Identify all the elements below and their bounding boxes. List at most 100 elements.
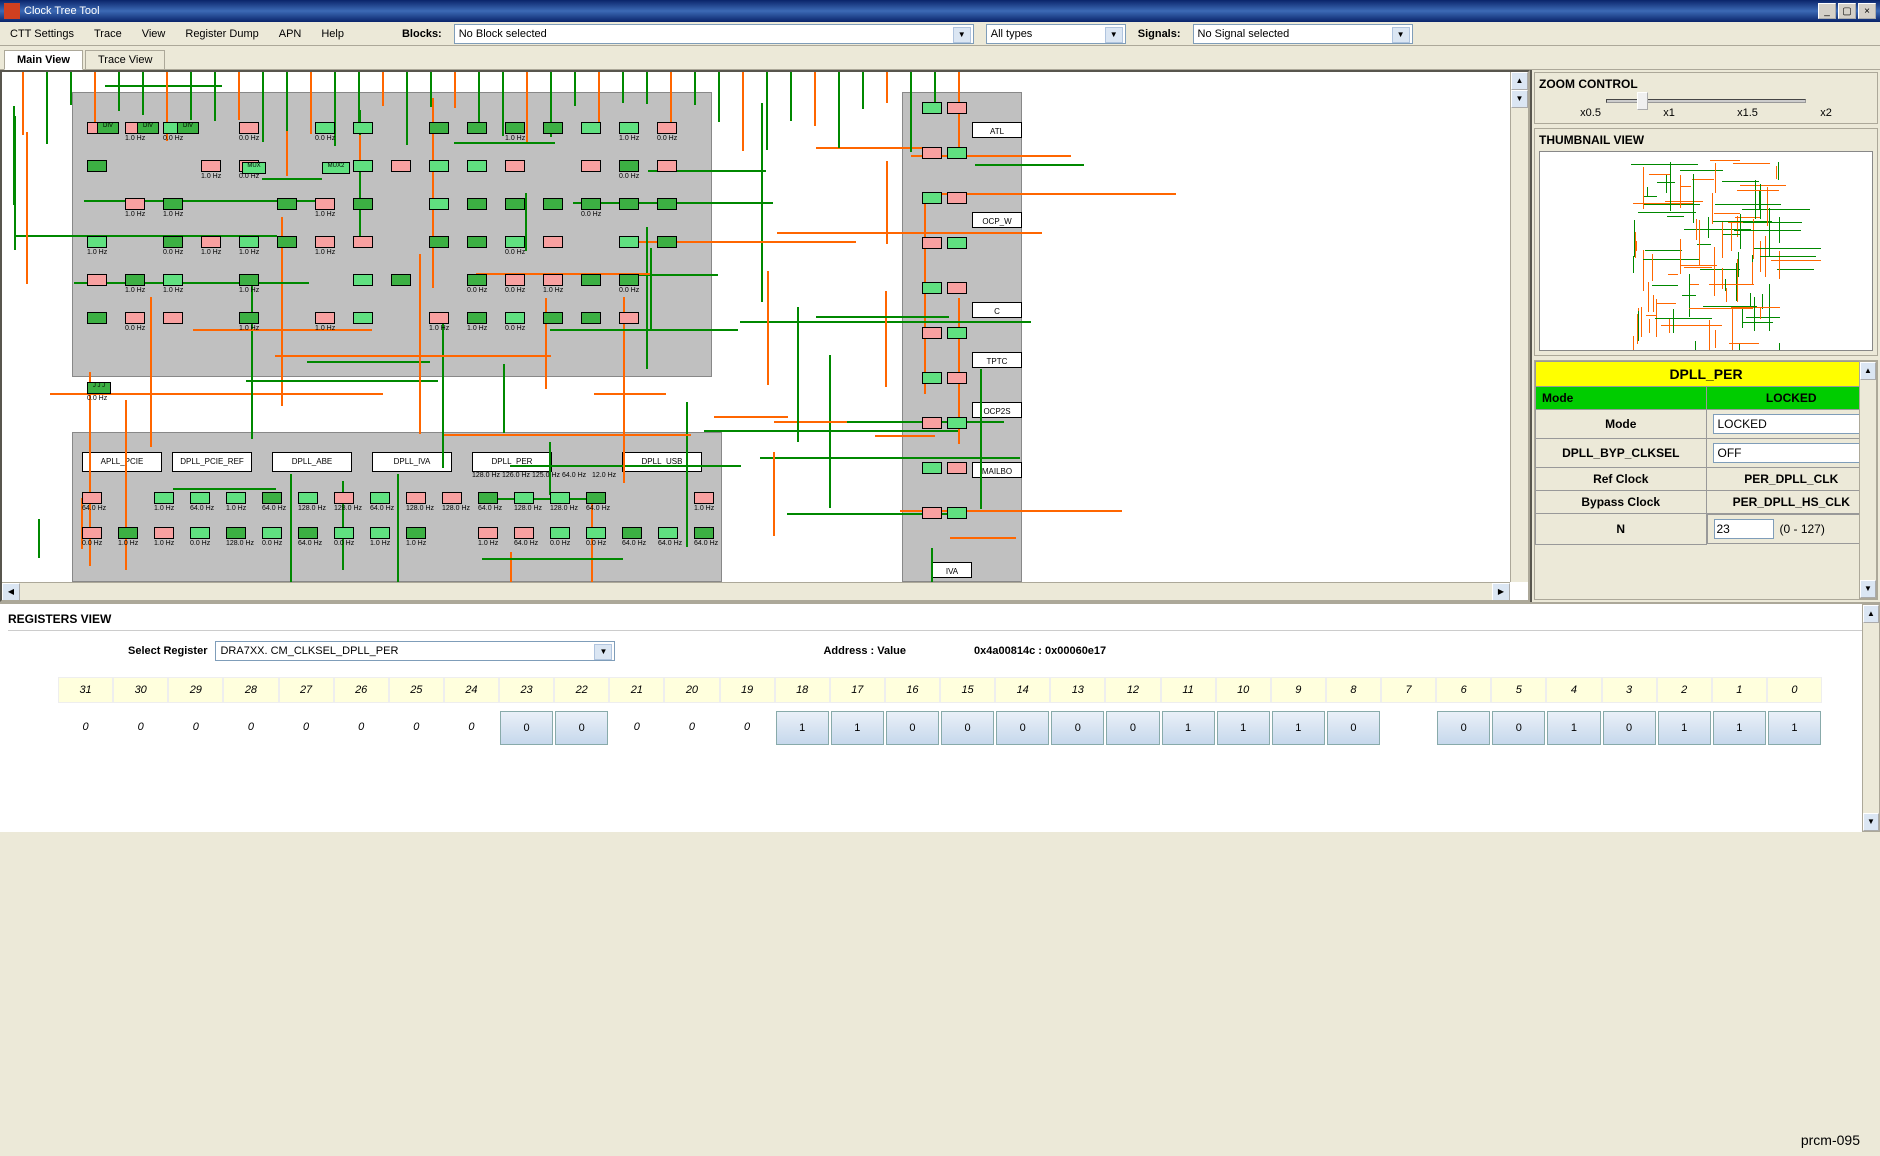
select-register-dropdown[interactable]: DRA7XX. CM_CLKSEL_DPLL_PER — [215, 641, 615, 661]
mux-box[interactable]: MUX — [242, 162, 266, 174]
div-box[interactable]: DIV — [137, 122, 159, 134]
clock-node[interactable] — [82, 492, 102, 504]
bit-value[interactable]: 1 — [1768, 711, 1821, 745]
clock-node[interactable] — [315, 236, 335, 248]
clock-node[interactable] — [657, 236, 677, 248]
bit-value[interactable]: 0 — [500, 711, 553, 745]
scroll-right-button[interactable]: ▶ — [1492, 583, 1510, 601]
menu-apn[interactable]: APN — [275, 26, 306, 42]
clock-node[interactable] — [118, 527, 138, 539]
maximize-button[interactable]: ▢ — [1838, 3, 1856, 19]
bit-value[interactable]: 0 — [886, 711, 939, 745]
clock-node[interactable] — [262, 492, 282, 504]
clock-node[interactable] — [429, 198, 449, 210]
mux-box[interactable]: MUX2 — [322, 162, 350, 174]
clock-node[interactable] — [277, 236, 297, 248]
clock-node[interactable] — [622, 527, 642, 539]
clock-node[interactable] — [406, 527, 426, 539]
clock-node[interactable] — [922, 282, 942, 294]
menu-view[interactable]: View — [138, 26, 170, 42]
clock-node[interactable] — [947, 147, 967, 159]
clock-node[interactable] — [922, 102, 942, 114]
props-scrollbar[interactable]: ▲ ▼ — [1859, 361, 1877, 599]
clock-node[interactable] — [619, 122, 639, 134]
pll-apll_pcie[interactable]: APLL_PCIE — [82, 452, 162, 472]
clock-node[interactable] — [505, 236, 525, 248]
clock-node[interactable] — [947, 192, 967, 204]
clock-node[interactable] — [315, 198, 335, 210]
clock-node[interactable] — [87, 274, 107, 286]
clock-node[interactable] — [201, 160, 221, 172]
clock-node[interactable] — [550, 527, 570, 539]
osc-box[interactable]: J J J — [87, 382, 111, 394]
clock-node[interactable] — [163, 274, 183, 286]
clock-node[interactable] — [125, 274, 145, 286]
clock-node[interactable] — [619, 274, 639, 286]
reg-scroll-down[interactable]: ▼ — [1863, 813, 1879, 831]
clock-node[interactable] — [154, 492, 174, 504]
clock-node[interactable] — [581, 198, 601, 210]
clock-node[interactable] — [467, 122, 487, 134]
clock-node[interactable] — [947, 462, 967, 474]
zoom-slider[interactable] — [1606, 99, 1806, 103]
menu-register-dump[interactable]: Register Dump — [181, 26, 262, 42]
block-c[interactable]: C — [972, 302, 1022, 318]
bit-value[interactable]: 0 — [1051, 711, 1104, 745]
clock-node[interactable] — [277, 198, 297, 210]
tab-trace-view[interactable]: Trace View — [85, 50, 165, 69]
clock-node[interactable] — [239, 122, 259, 134]
clock-node[interactable] — [82, 527, 102, 539]
clock-node[interactable] — [442, 492, 462, 504]
div-box[interactable]: DIV — [97, 122, 119, 134]
clock-node[interactable] — [353, 122, 373, 134]
props-scroll-up[interactable]: ▲ — [1860, 362, 1876, 380]
clock-node[interactable] — [353, 236, 373, 248]
clock-node[interactable] — [922, 237, 942, 249]
clock-node[interactable] — [550, 492, 570, 504]
scroll-left-button[interactable]: ◀ — [2, 583, 20, 601]
clock-node[interactable] — [922, 327, 942, 339]
bit-value[interactable]: 1 — [831, 711, 884, 745]
bit-value[interactable]: 0 — [996, 711, 1049, 745]
block-atl[interactable]: ATL — [972, 122, 1022, 138]
bit-value[interactable]: 0 — [941, 711, 994, 745]
clock-node[interactable] — [694, 527, 714, 539]
clock-node[interactable] — [429, 236, 449, 248]
registers-scrollbar[interactable]: ▲ ▼ — [1862, 604, 1880, 832]
clock-node[interactable] — [391, 160, 411, 172]
clock-node[interactable] — [298, 527, 318, 539]
clock-node[interactable] — [125, 198, 145, 210]
signals-dropdown[interactable]: No Signal selected — [1193, 24, 1413, 44]
reg-scroll-up[interactable]: ▲ — [1863, 605, 1879, 623]
clock-node[interactable] — [315, 122, 335, 134]
bit-value[interactable]: 1 — [1658, 711, 1711, 745]
clock-node[interactable] — [581, 274, 601, 286]
block-ocp_w[interactable]: OCP_W — [972, 212, 1022, 228]
clock-node[interactable] — [619, 312, 639, 324]
clock-node[interactable] — [87, 160, 107, 172]
bit-value[interactable]: 0 — [1492, 711, 1545, 745]
clock-node[interactable] — [334, 527, 354, 539]
clock-node[interactable] — [353, 274, 373, 286]
clock-node[interactable] — [87, 236, 107, 248]
clock-node[interactable] — [505, 160, 525, 172]
clock-node[interactable] — [163, 198, 183, 210]
clock-node[interactable] — [239, 312, 259, 324]
bit-value[interactable]: 1 — [1272, 711, 1325, 745]
clock-node[interactable] — [334, 492, 354, 504]
clock-node[interactable] — [514, 527, 534, 539]
clock-node[interactable] — [619, 236, 639, 248]
clock-node[interactable] — [922, 192, 942, 204]
clock-node[interactable] — [190, 492, 210, 504]
bit-value[interactable]: 1 — [776, 711, 829, 745]
zoom-slider-thumb[interactable] — [1637, 92, 1648, 110]
clock-node[interactable] — [619, 198, 639, 210]
clock-node[interactable] — [315, 312, 335, 324]
clock-node[interactable] — [429, 312, 449, 324]
bit-value[interactable]: 1 — [1547, 711, 1600, 745]
types-dropdown[interactable]: All types — [986, 24, 1126, 44]
diagram-view[interactable]: APLL_PCIEDPLL_PCIE_REFDPLL_ABEDPLL_IVADP… — [0, 70, 1530, 602]
pll-dpll_pcie_ref[interactable]: DPLL_PCIE_REF — [172, 452, 252, 472]
scroll-up-button[interactable]: ▲ — [1511, 72, 1528, 90]
clock-node[interactable] — [543, 122, 563, 134]
